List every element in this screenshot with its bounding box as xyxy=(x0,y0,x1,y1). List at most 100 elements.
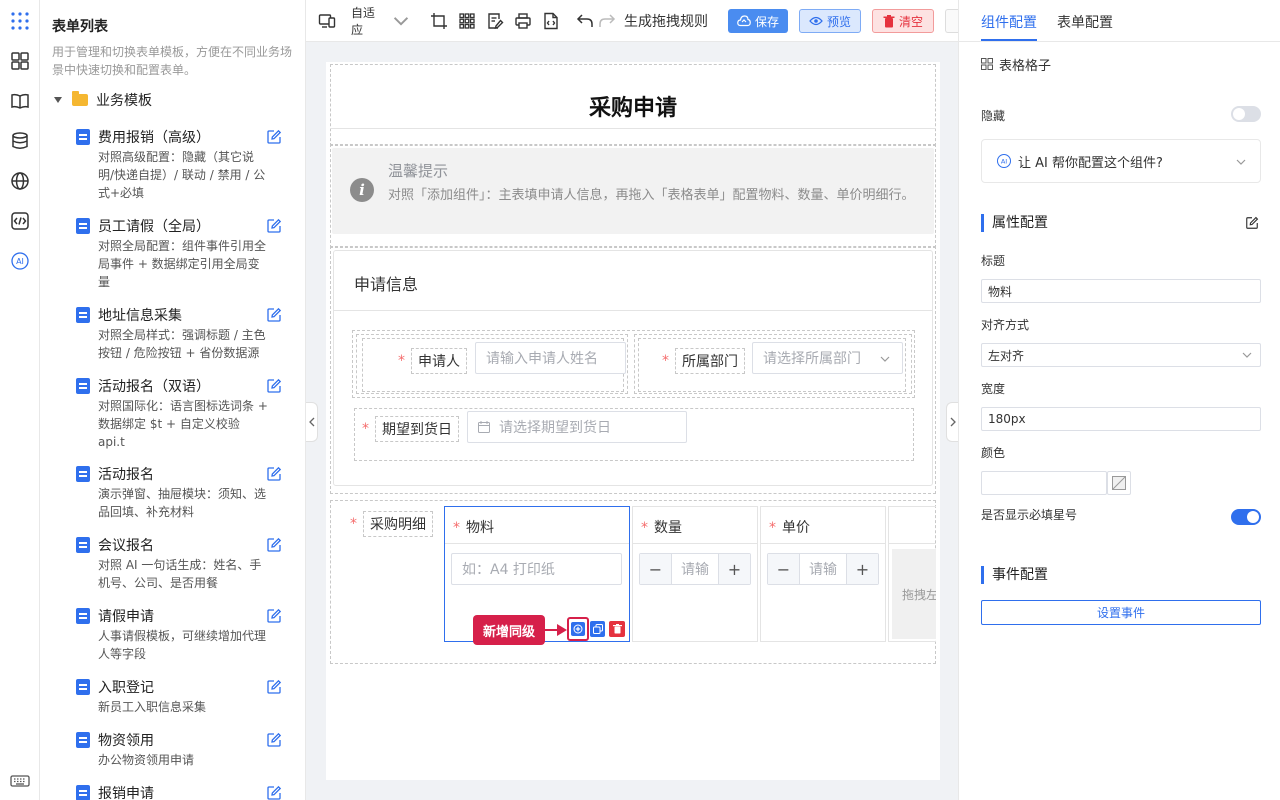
document-icon xyxy=(76,679,90,695)
ai-prompt: 让 AI 帮你配置这个组件? xyxy=(1018,155,1163,171)
price-input[interactable]: 请输 xyxy=(800,554,846,584)
adaptive-label: 自适应 xyxy=(351,6,376,37)
qty-stepper[interactable]: − 请输 + xyxy=(639,553,751,585)
edit-icon[interactable] xyxy=(266,466,282,482)
material-input[interactable]: 如：A4 打印纸 xyxy=(451,553,622,585)
document-icon xyxy=(76,537,90,553)
keyboard-icon[interactable] xyxy=(9,770,31,792)
info-icon: i xyxy=(350,178,374,202)
edit-icon[interactable] xyxy=(266,129,282,145)
tip-title: 温馨提示 xyxy=(388,162,449,180)
col-material-title: 物料 xyxy=(466,520,494,536)
chevron-down-icon xyxy=(880,356,890,362)
adaptive-select[interactable]: 自适应 xyxy=(351,6,409,37)
tab-component-config[interactable]: 组件配置 xyxy=(981,12,1037,32)
template-name: 报销申请 xyxy=(98,786,154,800)
code-icon[interactable] xyxy=(9,210,31,232)
ai-icon: AI xyxy=(997,154,1011,168)
edit-doc-icon[interactable] xyxy=(486,11,504,31)
date-label: 期望到货日 xyxy=(375,416,459,442)
qty-minus-button[interactable]: − xyxy=(640,554,672,584)
apps-icon[interactable] xyxy=(9,10,31,32)
qty-plus-button[interactable]: + xyxy=(718,554,750,584)
title-divider xyxy=(330,128,936,129)
col-qty[interactable]: * 数量 − 请输 + xyxy=(632,506,758,642)
color-picker-button[interactable] xyxy=(1107,471,1131,495)
template-name: 会议报名 xyxy=(98,538,154,554)
preview-button[interactable]: 预览 xyxy=(799,9,861,33)
ai-config-panel[interactable]: AI 让 AI 帮你配置这个组件? xyxy=(981,139,1261,183)
device-icon[interactable] xyxy=(318,11,336,31)
edit-icon[interactable] xyxy=(266,679,282,695)
price-stepper[interactable]: − 请输 + xyxy=(767,553,879,585)
generate-rule-button[interactable]: 生成拖拽规则 xyxy=(624,11,708,31)
edit-icon[interactable] xyxy=(266,537,282,553)
template-desc: 演示弹窗、抽屉模块：须知、选品回填、补充材料 xyxy=(98,487,267,519)
ai-icon[interactable]: AI xyxy=(9,250,31,272)
eye-icon xyxy=(809,16,823,26)
props-title: 属性配置 xyxy=(981,214,1048,232)
database-icon[interactable] xyxy=(9,130,31,152)
width-label: 宽度 xyxy=(981,382,1006,396)
dept-select[interactable]: 请选择所属部门 xyxy=(752,342,903,374)
applicant-label: 申请人 xyxy=(411,348,467,374)
edit-icon[interactable] xyxy=(266,307,282,323)
edit-icon[interactable] xyxy=(266,378,282,394)
required-star-toggle[interactable] xyxy=(1231,509,1261,525)
collapse-left-handle[interactable] xyxy=(306,402,318,442)
template-desc: 对照 AI 一句话生成：姓名、手机号、公司、是否用餐 xyxy=(98,558,262,590)
dept-label: 所属部门 xyxy=(675,348,745,374)
color-input[interactable] xyxy=(981,471,1107,495)
edit-icon[interactable] xyxy=(266,785,282,800)
hidden-label: 隐藏 xyxy=(981,109,1006,123)
json-icon[interactable] xyxy=(542,11,560,31)
globe-icon[interactable] xyxy=(9,170,31,192)
date-picker[interactable]: 请选择期望到货日 xyxy=(467,411,687,443)
template-name: 员工请假（全局） xyxy=(98,219,210,235)
hidden-toggle[interactable] xyxy=(1231,106,1261,122)
document-icon xyxy=(76,732,90,748)
dept-placeholder: 请选择所属部门 xyxy=(763,351,861,367)
collapse-right-handle[interactable] xyxy=(946,402,958,442)
copy-button[interactable] xyxy=(590,621,605,637)
delete-button[interactable] xyxy=(609,621,625,637)
more-button[interactable] xyxy=(945,9,958,33)
print-icon[interactable] xyxy=(514,11,532,31)
edit-icon[interactable] xyxy=(266,218,282,234)
book-icon[interactable] xyxy=(9,90,31,112)
card-header xyxy=(334,251,932,311)
qty-input[interactable]: 请输 xyxy=(672,554,718,584)
add-sibling-button[interactable] xyxy=(567,617,589,641)
template-name: 地址信息采集 xyxy=(98,308,182,324)
template-desc: 人事请假模板，可继续增加代理人等字段 xyxy=(98,629,267,661)
panel-title: 表单列表 xyxy=(52,19,108,35)
add-sibling-tooltip: 新增同级 xyxy=(473,615,545,645)
redo-icon[interactable] xyxy=(598,11,616,31)
edit-icon[interactable] xyxy=(266,732,282,748)
crop-icon[interactable] xyxy=(430,11,448,31)
price-plus-button[interactable]: + xyxy=(846,554,878,584)
template-group[interactable]: 业务模板 xyxy=(54,90,152,110)
undo-icon[interactable] xyxy=(576,11,594,31)
detail-label-wrap: * 采购明细 xyxy=(350,511,433,537)
title-input[interactable]: 物料 xyxy=(981,279,1261,303)
col-price[interactable]: * 单价 − 请输 + xyxy=(760,506,886,642)
arrow-right-icon xyxy=(545,624,567,636)
edit-icon[interactable] xyxy=(1245,216,1259,230)
grid-icon[interactable] xyxy=(458,11,476,31)
width-input[interactable]: 180px xyxy=(981,407,1261,431)
col-drop-zone[interactable]: 拖拽左 xyxy=(888,506,936,642)
edit-icon[interactable] xyxy=(266,608,282,624)
template-desc: 办公物资领用申请 xyxy=(98,753,195,767)
tab-form-config[interactable]: 表单配置 xyxy=(1057,12,1113,32)
save-button[interactable]: 保存 xyxy=(728,9,788,33)
applicant-input[interactable]: 请输入申请人姓名 xyxy=(475,342,626,374)
set-event-button[interactable]: 设置事件 xyxy=(981,600,1261,625)
align-select[interactable]: 左对齐 xyxy=(981,343,1261,367)
clear-button[interactable]: 清空 xyxy=(872,9,934,33)
price-minus-button[interactable]: − xyxy=(768,554,800,584)
template-list-panel: 表单列表 用于管理和切换表单模板，方便在不同业务场景中快速切换和配置表单。 业务… xyxy=(40,0,306,800)
layout-icon[interactable] xyxy=(9,50,31,72)
form-canvas: 采购申请 i 温馨提示 对照「添加组件」：主表填申请人信息，再拖入「表格表单」配… xyxy=(326,62,940,780)
events-title: 事件配置 xyxy=(981,566,1048,584)
